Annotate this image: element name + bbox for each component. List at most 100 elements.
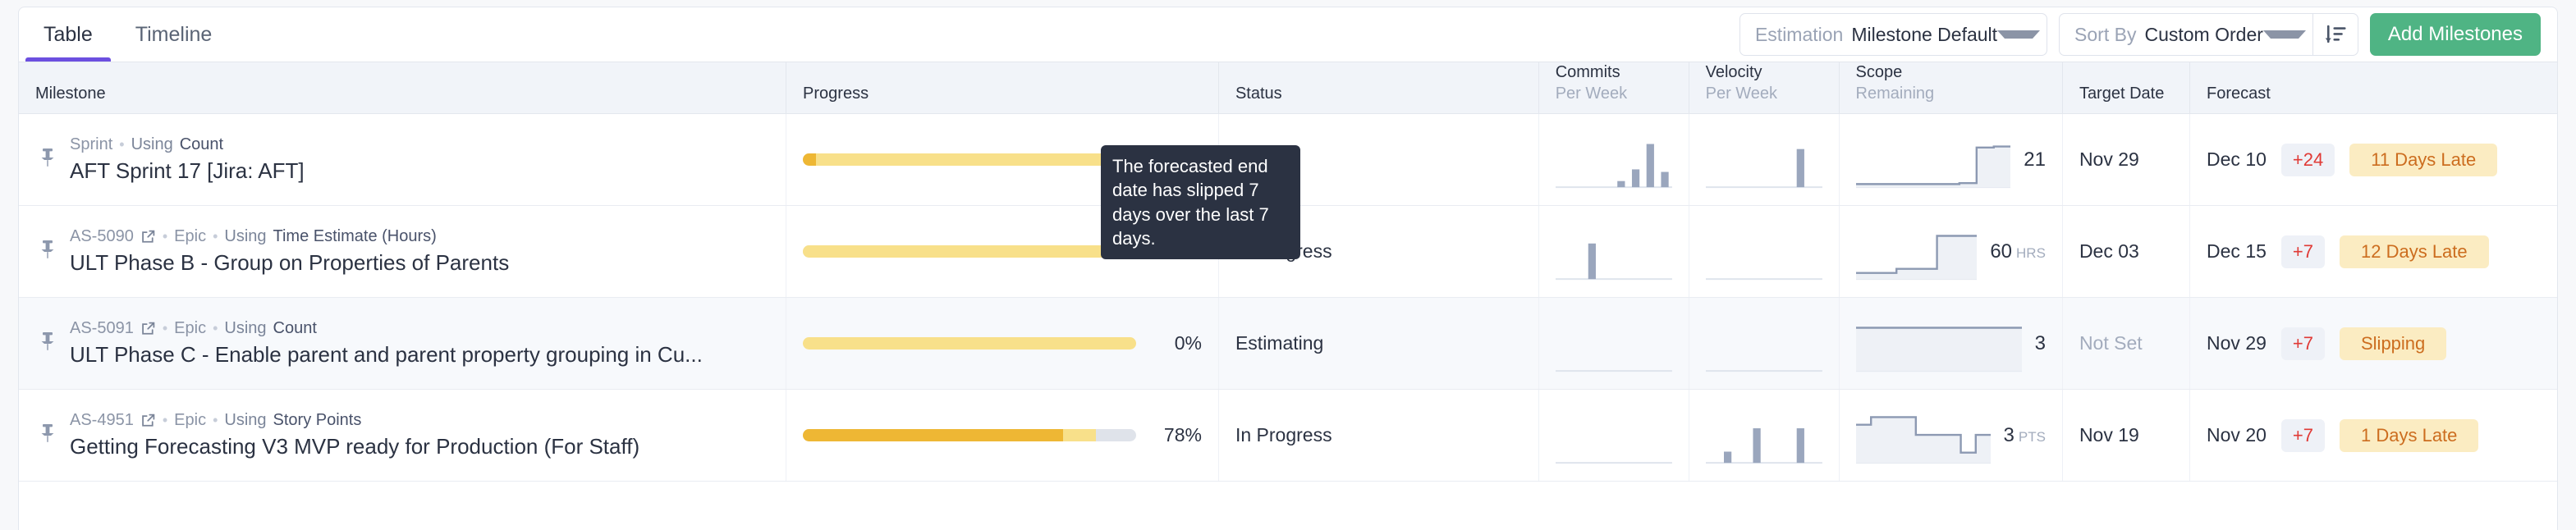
- using-value: Story Points: [273, 411, 362, 430]
- forecast-delta-badge: +7: [2280, 235, 2325, 268]
- column-header-target-date: Target Date: [2062, 61, 2191, 115]
- progress-percent: 0%: [1174, 332, 1202, 354]
- status-text: Estimating: [1235, 332, 1324, 354]
- header-subtitle: Remaining: [1855, 84, 1935, 103]
- milestone-title[interactable]: Getting Forecasting V3 MVP ready for Pro…: [70, 434, 639, 459]
- pin-icon[interactable]: [39, 331, 57, 356]
- forecast-date: Nov 29: [2207, 332, 2267, 354]
- column-header-scope: Scope Remaining: [1839, 61, 2063, 115]
- cell-progress: 78%: [786, 389, 1219, 482]
- estimation-value: Milestone Default: [1851, 23, 1998, 45]
- table-header: Milestone Progress Status Commits Per We…: [19, 61, 2557, 115]
- target-date-value[interactable]: Not Set: [2079, 332, 2143, 354]
- forecast-tooltip: The forecasted end date has slipped 7 da…: [1101, 145, 1300, 259]
- using-label: Using: [131, 135, 173, 154]
- cell-forecast: Nov 20 +7 1 Days Late: [2189, 389, 2557, 482]
- milestone-type: Epic: [174, 411, 207, 430]
- cell-scope: 3: [1839, 297, 2063, 391]
- progress-percent: 78%: [1163, 424, 1202, 446]
- tab-bar: Table Timeline: [19, 7, 230, 62]
- column-header-status: Status: [1218, 61, 1539, 115]
- velocity-sparkline: [1706, 314, 1822, 373]
- target-date-value[interactable]: Nov 19: [2079, 424, 2139, 445]
- progress-estimate-segment: [803, 245, 1120, 258]
- estimation-dropdown[interactable]: Estimation Milestone Default: [1739, 13, 2048, 56]
- pin-icon[interactable]: [39, 147, 57, 172]
- scope-sparkline: [1855, 130, 2011, 190]
- header-subtitle: Per Week: [1705, 84, 1778, 103]
- target-date-value[interactable]: Nov 29: [2079, 148, 2139, 170]
- pin-icon[interactable]: [39, 423, 57, 448]
- progress-estimate-segment: [803, 337, 1136, 350]
- cell-target-date: Nov 19: [2062, 389, 2191, 482]
- external-link-icon[interactable]: [140, 321, 156, 336]
- forecast-delta-badge: +24: [2280, 143, 2335, 176]
- table-row[interactable]: AS-4951 • Epic • Using Story Points Gett…: [19, 389, 2557, 482]
- tab-table[interactable]: Table: [25, 7, 111, 62]
- cell-scope: 21: [1839, 113, 2063, 207]
- scope-value: 60 HRS: [1990, 240, 2046, 263]
- forecast-delta-badge: +7: [2280, 327, 2325, 360]
- sort-by-value: Custom Order: [2144, 23, 2263, 45]
- external-link-icon[interactable]: [140, 413, 156, 428]
- table-row[interactable]: AS-5091 • Epic • Using Count ULT Phase C…: [19, 297, 2557, 391]
- chevron-down-icon: [2262, 30, 2306, 39]
- pin-icon[interactable]: [39, 239, 57, 264]
- milestone-title[interactable]: ULT Phase C - Enable parent and parent p…: [70, 342, 703, 368]
- forecast-status-badge: Slipping: [2340, 327, 2447, 360]
- cell-velocity: [1689, 297, 1840, 391]
- header-subtitle: Per Week: [1555, 84, 1628, 103]
- progress-bar: [803, 245, 1136, 258]
- target-date-value[interactable]: Dec 03: [2079, 240, 2139, 262]
- header-title: Commits: [1555, 63, 1620, 81]
- external-link-icon[interactable]: [140, 229, 156, 244]
- milestone-meta: Sprint • Using Count: [70, 135, 305, 154]
- header-title: Progress: [803, 84, 869, 103]
- sort-by-dropdown[interactable]: Sort By Custom Order: [2059, 13, 2358, 56]
- column-header-velocity: Velocity Per Week: [1689, 61, 1840, 115]
- column-header-commits: Commits Per Week: [1538, 61, 1689, 115]
- sort-by-label: Sort By: [2074, 23, 2137, 45]
- forecast-status-badge: 1 Days Late: [2340, 418, 2479, 452]
- using-value: Count: [273, 319, 317, 338]
- progress-bar: [803, 153, 1136, 167]
- using-label: Using: [224, 411, 267, 430]
- header-title: Status: [1235, 84, 1282, 103]
- cell-scope: 60 HRS: [1839, 205, 2063, 299]
- sort-descending-icon[interactable]: [2313, 13, 2358, 56]
- scope-sparkline: [1855, 406, 1991, 465]
- milestone-type: Epic: [174, 227, 207, 246]
- forecast-status-badge: 12 Days Late: [2340, 235, 2489, 268]
- cell-target-date: Not Set: [2062, 297, 2191, 391]
- cell-target-date: Nov 29: [2062, 113, 2191, 207]
- cell-velocity: [1689, 113, 1840, 207]
- velocity-sparkline: [1706, 130, 1822, 190]
- cell-target-date: Dec 03: [2062, 205, 2191, 299]
- cell-progress: 0%: [786, 297, 1219, 391]
- scope-sparkline: [1855, 222, 1978, 281]
- milestone-meta: AS-5091 • Epic • Using Count: [70, 319, 703, 338]
- velocity-sparkline: [1706, 222, 1822, 281]
- cell-milestone: Sprint • Using Count AFT Sprint 17 [Jira…: [19, 113, 787, 207]
- forecast-date: Dec 10: [2207, 148, 2267, 171]
- separator-dot: •: [162, 320, 168, 337]
- progress-done-segment: [803, 429, 1063, 442]
- separator-dot: •: [213, 228, 218, 245]
- chevron-down-icon: [1997, 30, 2041, 39]
- issue-key[interactable]: AS-5090: [70, 227, 134, 246]
- cell-commits: [1538, 297, 1689, 391]
- using-label: Using: [224, 227, 267, 246]
- column-header-milestone: Milestone: [19, 61, 787, 115]
- commits-sparkline: [1556, 130, 1672, 190]
- tab-timeline[interactable]: Timeline: [117, 7, 231, 62]
- header-title: Scope: [1855, 63, 1903, 81]
- issue-key[interactable]: AS-4951: [70, 411, 134, 430]
- milestone-title[interactable]: ULT Phase B - Group on Properties of Par…: [70, 250, 509, 276]
- cell-velocity: [1689, 205, 1840, 299]
- forecast-date: Nov 20: [2207, 424, 2267, 446]
- scope-sparkline: [1855, 314, 2022, 373]
- add-milestones-button[interactable]: Add Milestones: [2369, 13, 2541, 56]
- issue-key[interactable]: AS-5091: [70, 319, 134, 338]
- milestones-card: Table Timeline Estimation Milestone Defa…: [18, 7, 2558, 530]
- milestone-title[interactable]: AFT Sprint 17 [Jira: AFT]: [70, 158, 305, 184]
